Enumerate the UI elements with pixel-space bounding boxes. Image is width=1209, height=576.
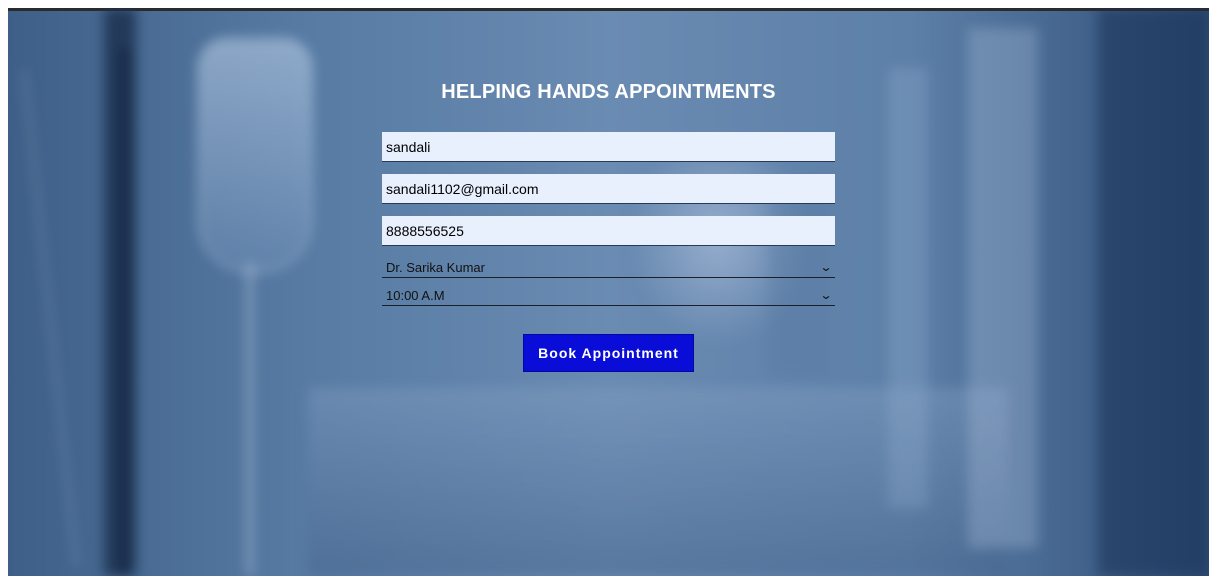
page-background: HELPING HANDS APPOINTMENTS Dr. Sarika Ku… [8, 8, 1209, 576]
chevron-down-icon: ⌄ [819, 288, 833, 302]
email-field[interactable] [382, 174, 835, 204]
time-select-value: 10:00 A.M [386, 288, 445, 303]
book-appointment-button[interactable]: Book Appointment [523, 334, 694, 372]
doctor-select[interactable]: Dr. Sarika Kumar ⌄ [382, 258, 835, 278]
name-field[interactable] [382, 132, 835, 162]
doctor-select-value: Dr. Sarika Kumar [386, 260, 485, 275]
chevron-down-icon: ⌄ [819, 260, 833, 274]
time-select[interactable]: 10:00 A.M ⌄ [382, 286, 835, 306]
page-title: HELPING HANDS APPOINTMENTS [441, 81, 776, 103]
phone-field[interactable] [382, 216, 835, 246]
appointment-form: HELPING HANDS APPOINTMENTS Dr. Sarika Ku… [382, 78, 835, 372]
